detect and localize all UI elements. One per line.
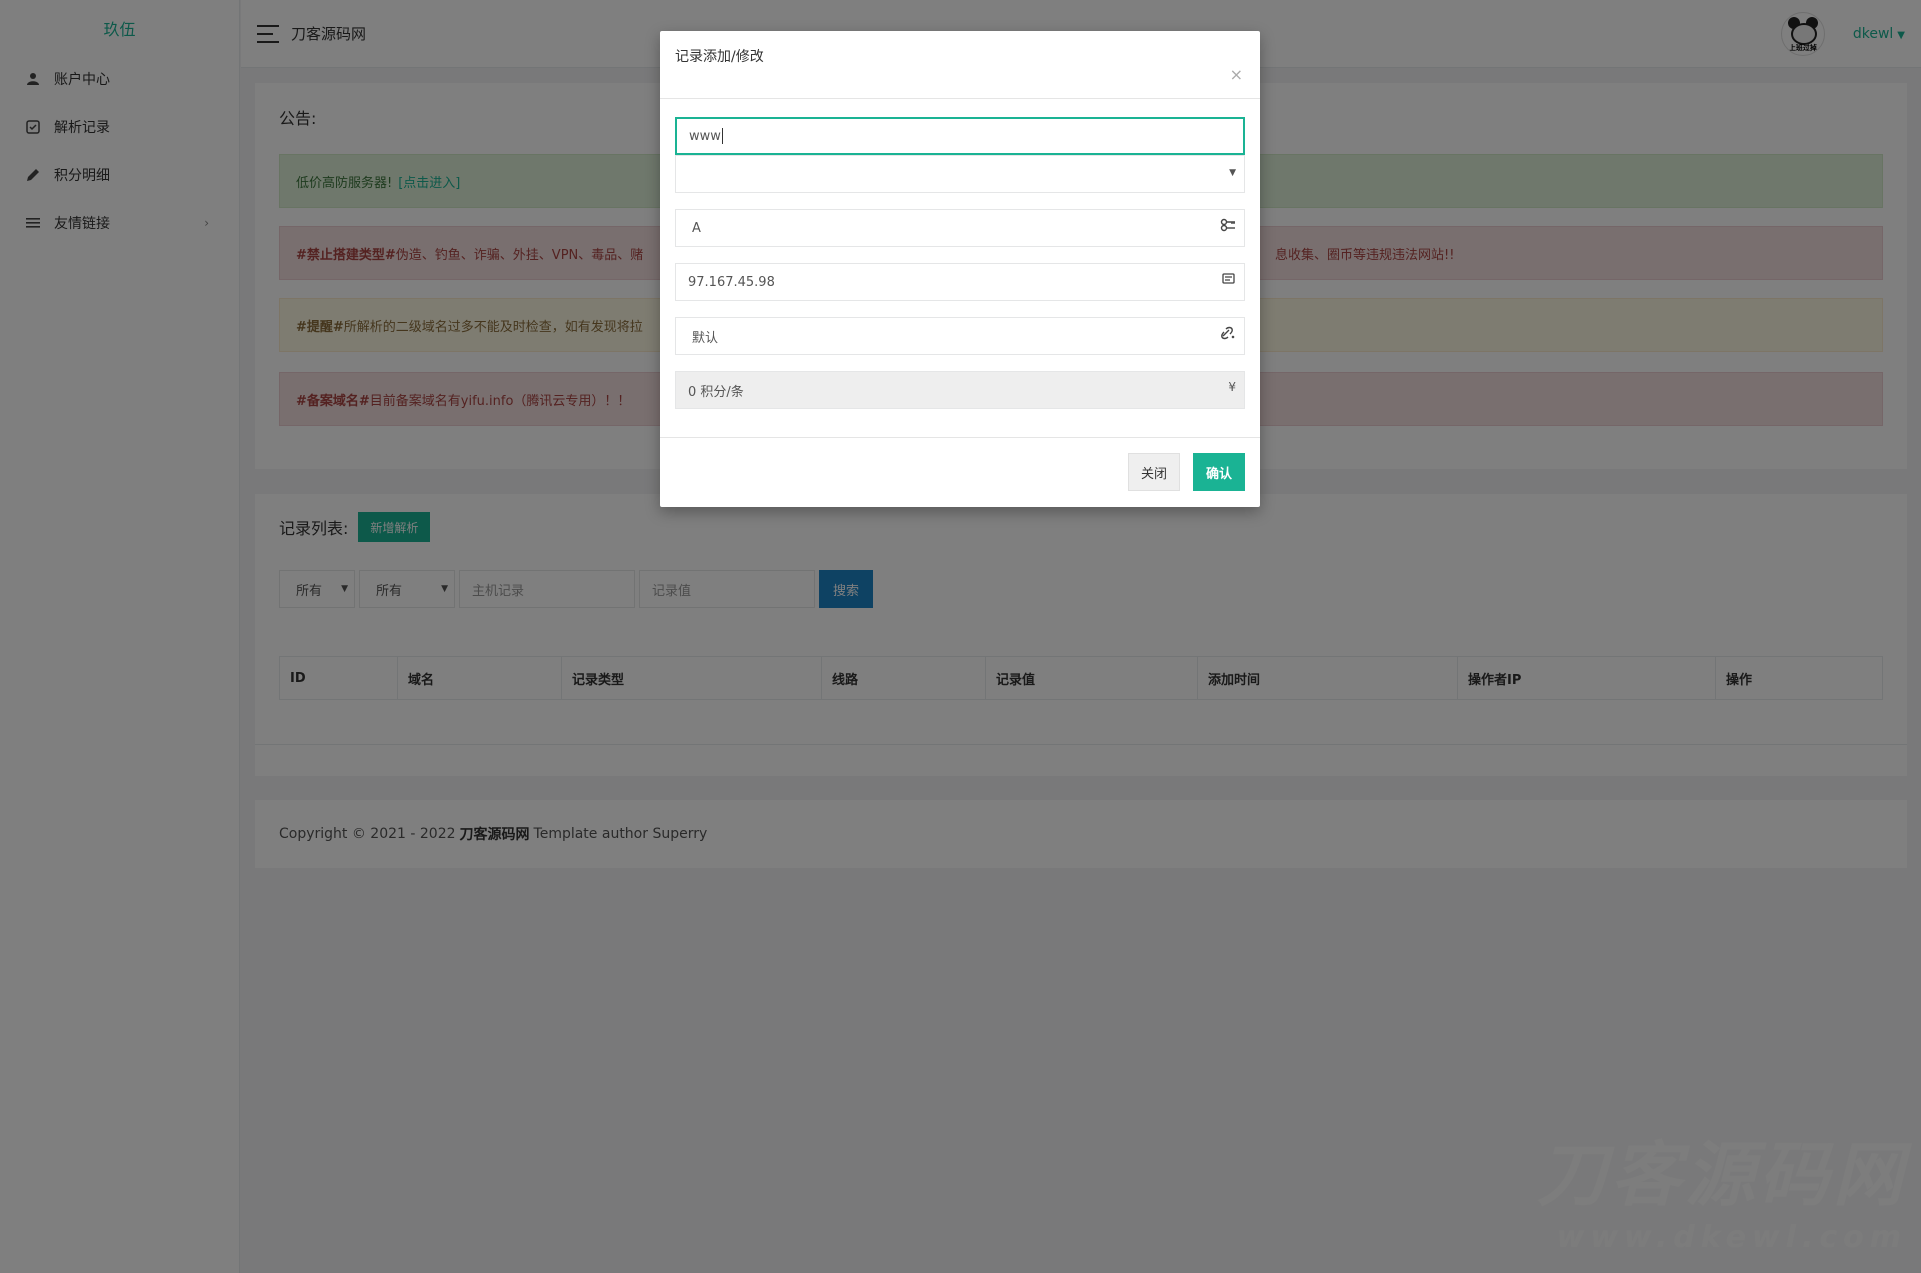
caret-down-icon: ▼: [1229, 168, 1236, 178]
modal-title: 记录添加/修改: [675, 49, 764, 65]
record-type-select[interactable]: A: [675, 209, 1245, 247]
cost-field: 0 积分/条 ¥: [675, 371, 1245, 409]
close-icon[interactable]: ×: [1230, 65, 1243, 84]
line-select[interactable]: 默认: [675, 317, 1245, 355]
domain-select[interactable]: ▼: [675, 155, 1245, 193]
text-cursor: [721, 128, 723, 144]
edit-icon: [1222, 272, 1236, 289]
record-value-input[interactable]: 97.167.45.98: [675, 263, 1245, 301]
key-icon: [1220, 218, 1236, 235]
modal-form: www ▼ A 97.167.45.98 默认 0 积分/条 ¥: [675, 117, 1245, 409]
yen-icon: ¥: [1228, 380, 1236, 394]
link-icon: [1220, 326, 1236, 343]
close-button[interactable]: 关闭: [1127, 453, 1180, 491]
host-record-input[interactable]: www: [675, 117, 1245, 155]
confirm-button[interactable]: 确认: [1192, 453, 1245, 491]
record-edit-modal: 记录添加/修改 × www ▼ A 97.167.45.98 默认 0 积分/条…: [660, 31, 1260, 507]
